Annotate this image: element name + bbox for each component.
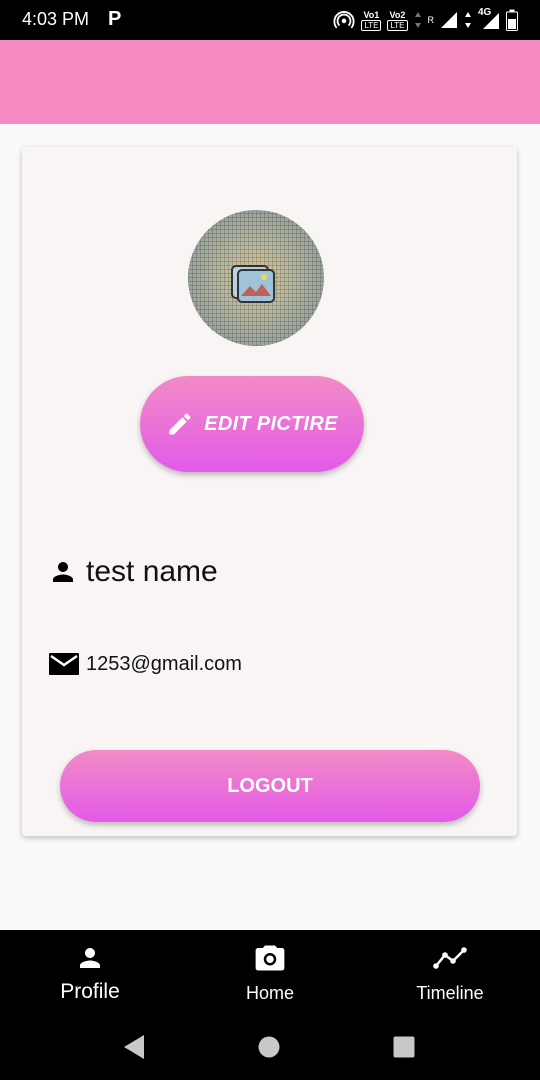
bottom-navigation: Profile Home Timeline — [0, 930, 540, 1016]
camera-icon — [255, 945, 285, 971]
system-navigation-bar — [0, 1016, 540, 1080]
user-email: 1253@gmail.com — [86, 652, 242, 675]
person-icon — [53, 562, 73, 582]
back-icon[interactable] — [122, 1034, 146, 1060]
volte2-badge: Vo2 LTE — [387, 10, 408, 31]
home-circle-icon[interactable] — [258, 1036, 280, 1058]
data-arrows-icon — [414, 12, 421, 28]
nav-item-home[interactable]: Home — [220, 930, 320, 1016]
signal-icon-2 — [483, 13, 499, 29]
email-row: 1253@gmail.com — [48, 650, 242, 678]
volte1-badge: Vo1 LTE — [361, 10, 382, 31]
nav-label-profile: Profile — [60, 980, 120, 1003]
network-signal: 4G — [478, 7, 500, 30]
signal-icon — [441, 12, 457, 28]
nav-label-timeline: Timeline — [416, 983, 484, 1003]
nav-item-timeline[interactable]: Timeline — [395, 930, 505, 1016]
data-arrows-icon-2 — [465, 12, 471, 28]
recents-icon[interactable] — [393, 1036, 415, 1058]
hotspot-icon — [333, 11, 355, 29]
status-time: 4:03 PM — [22, 9, 90, 29]
name-row: test name — [48, 555, 218, 589]
edit-picture-button[interactable]: EDIT PICTIRE — [140, 376, 364, 472]
status-icons: Vo1 LTE Vo2 LTE R 4G — [333, 7, 518, 32]
person-icon — [80, 948, 100, 968]
mail-icon — [49, 653, 79, 675]
logout-button[interactable]: LOGOUT — [60, 750, 480, 822]
nav-label-home: Home — [245, 983, 294, 1003]
roaming-indicator: R — [427, 15, 435, 25]
app-bar — [0, 40, 540, 124]
user-name: test name — [86, 555, 218, 588]
pencil-icon — [169, 413, 191, 435]
edit-picture-label: EDIT PICTIRE — [204, 412, 338, 435]
profile-card: EDIT PICTIRE test name 1253@gmail.com LO… — [22, 147, 517, 836]
notification-p-icon: P — [108, 8, 122, 30]
status-bar: 4:03 PM P Vo1 LTE Vo2 LTE R 4G — [0, 0, 540, 40]
nav-item-profile[interactable]: Profile — [40, 930, 140, 1016]
profile-avatar[interactable] — [188, 210, 324, 346]
image-icon — [231, 265, 275, 303]
timeline-icon — [433, 947, 467, 969]
battery-icon — [506, 9, 518, 31]
